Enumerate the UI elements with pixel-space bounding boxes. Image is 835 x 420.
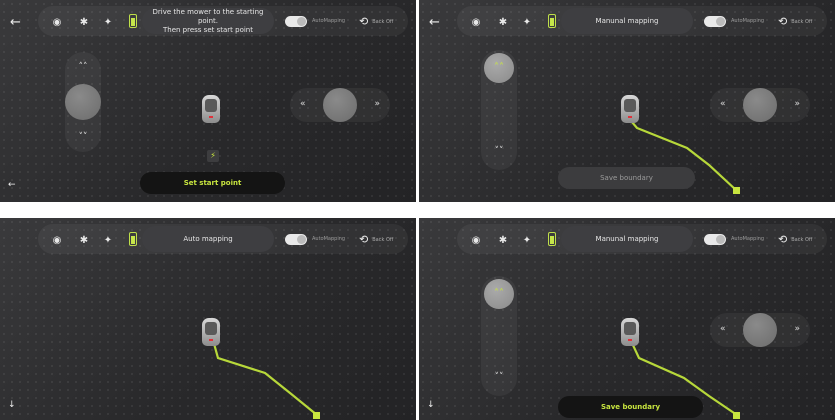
chevron-right-icon: »: [374, 99, 380, 109]
auto-mapping-toggle[interactable]: [285, 16, 307, 27]
screen-auto-mapping: ◉ ✱ ✦ Auto mapping AutoMapping ⟲ Back Off…: [0, 218, 416, 420]
arrow-down-icon[interactable]: ↓: [8, 400, 16, 410]
back-off-label: Back Off: [372, 18, 394, 25]
undo-icon: ⟲: [359, 15, 369, 28]
forward-back-joystick[interactable]: ˄˄ ˅˅: [65, 52, 101, 152]
mower-icon: [202, 95, 220, 123]
wifi-icon: ◉: [52, 17, 62, 28]
instruction-line-2: Then press set start point: [163, 25, 253, 34]
screen-manual-mapping: ← ◉ ✱ ✦ Manunal mapping AutoMapping ⟲ Bac…: [419, 0, 835, 202]
auto-mapping-label: AutoMapping: [312, 18, 346, 24]
screen-manual-mapping-save: ◉ ✱ ✦ Manunal mapping AutoMapping ⟲ Back …: [419, 218, 835, 420]
left-right-joystick[interactable]: « »: [290, 88, 390, 122]
bluetooth-icon: ✱: [79, 17, 89, 28]
joystick-knob[interactable]: [65, 84, 101, 120]
screen-set-start-point: ← ◉ ✱ ✦ Drive the mower to the starting …: [0, 0, 416, 202]
mower-icon: [202, 318, 220, 346]
battery-icon: [129, 14, 137, 28]
back-off-button[interactable]: ⟲ Back Off: [359, 15, 393, 28]
lightning-icon: ⚡: [207, 150, 219, 162]
chevron-down-icon: ˅˅: [78, 132, 88, 142]
save-boundary-button[interactable]: Save boundary: [558, 396, 703, 418]
arrow-left-icon[interactable]: ←: [10, 15, 26, 31]
mower-icon: [621, 95, 639, 123]
save-boundary-button[interactable]: Save boundary: [558, 167, 695, 189]
chevron-left-icon: «: [300, 99, 306, 109]
arrow-left-icon[interactable]: ←: [8, 180, 16, 190]
set-start-point-button[interactable]: Set start point: [140, 172, 285, 194]
instruction-line-1: Drive the mower to the starting point.: [152, 7, 264, 25]
chevron-up-icon: ˄˄: [78, 62, 88, 72]
instruction-message: Drive the mower to the starting point. Th…: [142, 8, 274, 34]
mower-icon: [621, 318, 639, 346]
arrow-down-icon[interactable]: ↓: [427, 400, 435, 410]
satellite-icon: ✦: [103, 17, 113, 28]
joystick-knob[interactable]: [323, 88, 357, 122]
